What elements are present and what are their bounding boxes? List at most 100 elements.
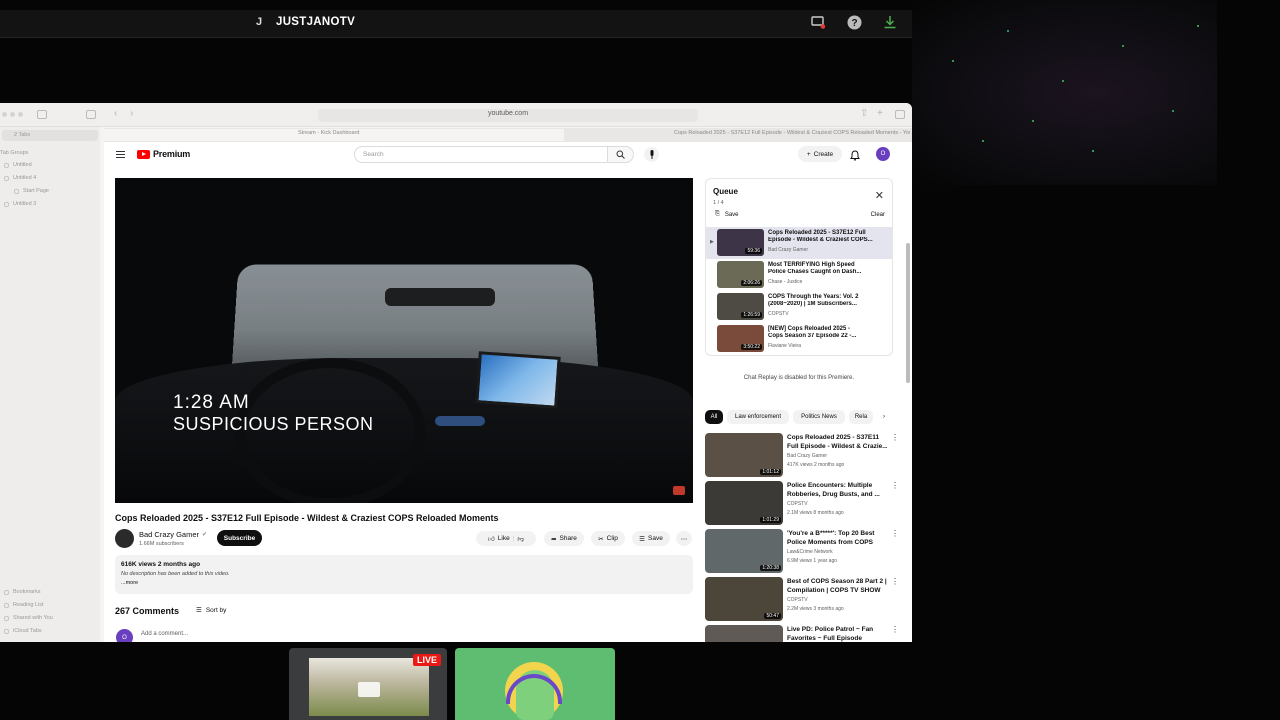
channel-avatar[interactable] — [115, 529, 134, 548]
address-bar[interactable]: youtube.com — [318, 109, 698, 122]
more-actions-icon[interactable]: ⋯ — [676, 531, 692, 546]
sidebar-icloud-tabs[interactable]: iCloud Tabs — [4, 628, 42, 634]
galaxy-background — [912, 0, 1217, 185]
recommended-title: Live PD: Police Patrol ~ Fan — [787, 626, 874, 633]
queue-title: Queue — [713, 187, 738, 196]
add-comment-input[interactable]: Add a comment... — [141, 631, 188, 637]
description-box[interactable]: 616K views 2 months ago No description h… — [115, 555, 693, 594]
queue-thumbnail: 3:50:22 — [717, 325, 764, 352]
tab-youtube-label[interactable]: Cops Reloaded 2025 - S37E12 Full Episode… — [674, 130, 910, 136]
recommended-video[interactable]: 50:47 Best of COPS Season 28 Part 2 | Co… — [705, 577, 905, 623]
sidebar-bookmarks[interactable]: Bookmarks — [4, 589, 41, 595]
more-options-icon[interactable]: ⋮ — [891, 625, 899, 634]
description-more-link[interactable]: ...more — [121, 580, 138, 586]
back-icon[interactable]: ‹ — [114, 108, 117, 119]
close-icon[interactable]: ✕ — [875, 189, 884, 202]
live-stream-thumbnail[interactable]: LIVE — [289, 648, 447, 720]
video-frame-mirror — [385, 288, 495, 306]
help-icon[interactable]: ? — [846, 14, 862, 30]
recommended-meta: 6.9M views 1 year ago — [787, 558, 838, 564]
save-icon: ☰ — [639, 535, 645, 543]
chevron-right-icon[interactable]: › — [877, 410, 891, 424]
new-tab-icon[interactable]: + — [877, 108, 883, 119]
video-title: Cops Reloaded 2025 - S37E12 Full Episode… — [115, 513, 499, 523]
share-button[interactable]: ➦ Share — [544, 531, 584, 546]
voice-search-button[interactable] — [644, 147, 659, 162]
sidebar-group-header: Tab Groups — [0, 150, 29, 156]
share-icon[interactable]: ⇧ — [860, 108, 868, 119]
chat-replay-notice: Chat Replay is disabled for this Premier… — [743, 375, 855, 381]
queue-item-title: COPS Through the Years: Vol. 2 — [768, 294, 859, 300]
now-playing-icon: ▶ — [710, 239, 714, 245]
forward-icon[interactable]: › — [130, 108, 133, 119]
save-button[interactable]: ☰ Save — [632, 531, 670, 546]
recommended-video[interactable]: 1:01:12 Cops Reloaded 2025 - S37E11 Full… — [705, 433, 905, 479]
sidebar-group-item[interactable]: Start Page — [14, 188, 49, 194]
mascot-thumbnail[interactable] — [455, 648, 615, 720]
sort-comments-button[interactable]: ☰ Sort by — [196, 606, 226, 615]
sidebar-shared[interactable]: Shared with You — [4, 615, 53, 621]
create-button[interactable]: + Create — [798, 146, 842, 162]
recommended-thumbnail — [705, 625, 783, 642]
chip-all[interactable]: All — [705, 410, 723, 424]
recommended-video[interactable]: 1:01:29 Police Encounters: Multiple Robb… — [705, 481, 905, 527]
queue-clear-button[interactable]: Clear — [871, 212, 885, 218]
clip-button[interactable]: ✂ Clip — [591, 531, 625, 546]
queue-item[interactable]: ▶ 59:36 Cops Reloaded 2025 - S37E12 Full… — [706, 227, 892, 259]
stream-channel-name[interactable]: JUSTJANOTV — [276, 16, 355, 28]
more-options-icon[interactable]: ⋮ — [891, 577, 899, 586]
search-input[interactable]: Search — [354, 146, 608, 163]
sidebar-toggle-icon[interactable] — [37, 110, 47, 119]
chip-politics-news[interactable]: Politics News — [793, 410, 845, 424]
user-avatar[interactable]: O — [876, 147, 890, 161]
cast-icon[interactable] — [810, 14, 826, 30]
queue-item-title-2: Episode - Wildest & Craziest COPS... — [768, 237, 873, 243]
sidebar-group-item[interactable]: Untitled 4 — [4, 175, 36, 181]
tab-kick-label[interactable]: Stream - Kick Dashboard — [298, 130, 359, 136]
sort-icon: ☰ — [196, 607, 202, 614]
channel-name[interactable]: Bad Crazy Gamer ✔ — [139, 530, 207, 539]
recommended-meta: 417K views 2 months ago — [787, 462, 845, 468]
window-controls[interactable] — [2, 112, 23, 117]
svg-text:?: ? — [851, 18, 857, 29]
download-icon[interactable] — [882, 14, 898, 30]
subscribe-button[interactable]: Subscribe — [217, 530, 262, 546]
video-player[interactable]: 1:28 AM SUSPICIOUS PERSON — [115, 178, 693, 503]
search-button[interactable] — [608, 146, 634, 163]
sidebar-group-item[interactable]: Untitled 3 — [4, 201, 36, 207]
menu-icon[interactable] — [116, 151, 125, 160]
youtube-logo[interactable]: Premium — [137, 149, 190, 159]
more-options-icon[interactable]: ⋮ — [891, 433, 899, 442]
browser-window: ‹ › youtube.com ⇧ + 2 Tabs Tab Groups Un… — [0, 103, 912, 642]
recommended-title-2: Police Moments from COPS — [787, 539, 873, 546]
sidebar-reading-list[interactable]: Reading List — [4, 602, 44, 608]
youtube-play-icon — [137, 149, 150, 159]
queue-item[interactable]: 1:26:59 COPS Through the Years: Vol. 2 (… — [706, 291, 892, 323]
recommended-video[interactable]: Live PD: Police Patrol ~ Fan Favorites ~… — [705, 625, 905, 642]
chip-related[interactable]: Rela — [849, 410, 873, 424]
queue-item[interactable]: 2:06:26 Most TERRIFYING High Speed Polic… — [706, 259, 892, 291]
chip-law-enforcement[interactable]: Law enforcement — [727, 410, 789, 424]
mic-icon — [650, 150, 653, 159]
browser-toolbar: ‹ › youtube.com ⇧ + — [0, 103, 912, 127]
thumbs-down-icon: 👎︎ — [517, 535, 525, 543]
recommended-title-2: Full Episode - Wildest & Crazie... — [787, 443, 887, 450]
recommended-video[interactable]: 1:20:38 'You're a B*****': Top 20 Best P… — [705, 529, 905, 575]
queue-item-channel: Bad Crazy Gamer — [768, 247, 809, 253]
sidebar-group-item[interactable]: Untitled — [4, 162, 32, 168]
search-placeholder: Search — [363, 151, 384, 158]
notifications-icon[interactable] — [850, 148, 860, 166]
queue-thumbnail: 2:06:26 — [717, 261, 764, 288]
recommended-title: Best of COPS Season 28 Part 2 | — [787, 578, 887, 585]
stream-avatar[interactable]: J — [256, 16, 266, 28]
tab-bar: Stream - Kick Dashboard Cops Reloaded 20… — [104, 128, 912, 142]
page-scrollbar[interactable] — [906, 243, 910, 383]
queue-save-button[interactable]: ⎘ Save — [715, 211, 739, 218]
more-options-icon[interactable]: ⋮ — [891, 529, 899, 538]
queue-item[interactable]: 3:50:22 [NEW] Cops Reloaded 2025 - Cops … — [706, 323, 892, 355]
tab-overview-icon[interactable] — [86, 110, 96, 119]
view-count-date: 616K views 2 months ago — [121, 561, 201, 568]
tabs-icon[interactable] — [895, 110, 905, 119]
more-options-icon[interactable]: ⋮ — [891, 481, 899, 490]
like-button[interactable]: 👍︎ Like | 👎︎ — [476, 531, 536, 546]
